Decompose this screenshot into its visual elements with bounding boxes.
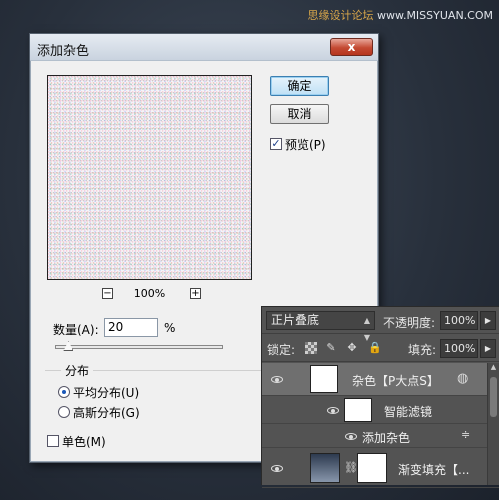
scroll-up-arrow-icon[interactable]: ▲ bbox=[488, 363, 499, 375]
ok-button[interactable]: 确定 bbox=[270, 76, 329, 96]
monochrome-checkbox-row[interactable]: 单色(M) bbox=[47, 434, 106, 449]
radio-uniform[interactable]: 平均分布(U) bbox=[58, 385, 140, 400]
layer-row[interactable]: 智能滤镜 bbox=[262, 396, 499, 424]
visibility-eye-icon[interactable] bbox=[266, 462, 288, 475]
plus-icon: + bbox=[191, 288, 200, 299]
blend-mode-value: 正片叠底 bbox=[271, 313, 320, 327]
distribution-legend: 分布 bbox=[61, 362, 94, 379]
layers-toolbar-top: 正片叠底 ▲ ▼ 不透明度: 100% ▶ bbox=[262, 307, 499, 342]
cancel-button[interactable]: 取消 bbox=[270, 104, 329, 124]
preview-checkbox-row[interactable]: ✓ 预览(P) bbox=[270, 137, 326, 152]
blend-mode-select[interactable]: 正片叠底 ▲ ▼ bbox=[266, 311, 375, 342]
lock-all-icon[interactable]: 🔒 bbox=[368, 342, 382, 354]
layer-name: 杂色【P大点S】 bbox=[352, 374, 439, 388]
radio-label: 高斯分布(G) bbox=[73, 405, 140, 420]
opacity-input[interactable]: 100% bbox=[440, 311, 478, 330]
layers-panel: 正片叠底 ▲ ▼ 不透明度: 100% ▶ 锁定: ✎ ✥ 🔒 填充: 100% … bbox=[261, 306, 499, 488]
dialog-title: 添加杂色 bbox=[37, 44, 90, 59]
layer-row[interactable]: ⛓ 渐变填充【... bbox=[262, 448, 499, 488]
watermark-url: www.MISSYUAN.COM bbox=[376, 9, 493, 22]
fill-label: 填充: bbox=[408, 343, 437, 357]
amount-unit: % bbox=[164, 321, 176, 335]
lock-label: 锁定: bbox=[267, 343, 296, 357]
amount-label: 数量(A): bbox=[53, 323, 99, 337]
layers-toolbar-lock: 锁定: ✎ ✥ 🔒 填充: 100% ▶ bbox=[262, 335, 499, 362]
radio-label: 平均分布(U) bbox=[73, 385, 140, 400]
layer-name: 智能滤镜 bbox=[384, 405, 433, 419]
layer-name: 渐变填充【... bbox=[398, 463, 470, 477]
zoom-row: − 100% + bbox=[47, 287, 252, 301]
dialog-titlebar[interactable]: 添加杂色 x bbox=[30, 34, 378, 61]
opacity-dropdown-arrow-icon[interactable]: ▶ bbox=[480, 311, 496, 330]
fill-dropdown-arrow-icon[interactable]: ▶ bbox=[480, 339, 496, 358]
layer-row[interactable]: 添加杂色 ≑ bbox=[262, 424, 499, 448]
layer-mask-thumbnail bbox=[357, 453, 387, 483]
visibility-eye-icon[interactable] bbox=[322, 404, 344, 417]
zoom-in-button[interactable]: + bbox=[190, 288, 201, 299]
preview-label: 预览(P) bbox=[285, 137, 326, 152]
watermark: 思缘设计论坛 www.MISSYUAN.COM bbox=[307, 7, 493, 23]
layer-name: 添加杂色 bbox=[362, 431, 411, 445]
fill-input[interactable]: 100% bbox=[440, 339, 478, 358]
filter-mask-thumbnail bbox=[344, 398, 372, 422]
layer-row[interactable]: 杂色【P大点S】 ◍ bbox=[262, 363, 499, 396]
amount-input[interactable]: 20 bbox=[104, 318, 158, 337]
visibility-eye-icon[interactable] bbox=[266, 373, 288, 386]
layer-thumbnail bbox=[310, 365, 338, 393]
checkmark-icon[interactable]: ✓ bbox=[270, 138, 282, 150]
lock-transparent-pixels-icon[interactable] bbox=[305, 342, 317, 354]
opacity-label: 不透明度: bbox=[383, 316, 436, 330]
monochrome-checkbox[interactable] bbox=[47, 435, 59, 447]
amount-slider-track[interactable] bbox=[55, 345, 223, 349]
noise-preview[interactable] bbox=[47, 75, 252, 280]
layer-list: 杂色【P大点S】 ◍ 智能滤镜 添加杂色 ≑ ⛓ 渐变填充【... bbox=[262, 363, 499, 488]
visibility-eye-icon[interactable] bbox=[340, 430, 362, 443]
lock-move-icon[interactable]: ✥ bbox=[346, 342, 358, 354]
radio-gaussian[interactable]: 高斯分布(G) bbox=[58, 405, 140, 420]
filter-blending-options-icon[interactable]: ≑ bbox=[461, 428, 470, 441]
gradient-fill-thumbnail bbox=[310, 453, 340, 483]
close-button[interactable]: x bbox=[330, 38, 373, 56]
layers-scrollbar[interactable]: ▲ bbox=[487, 363, 499, 485]
radio-button[interactable] bbox=[58, 386, 70, 398]
monochrome-label: 单色(M) bbox=[62, 434, 106, 449]
watermark-cn: 思缘设计论坛 bbox=[307, 9, 374, 22]
close-icon: x bbox=[347, 40, 356, 54]
chain-link-icon[interactable]: ⛓ bbox=[344, 461, 358, 474]
scroll-thumb[interactable] bbox=[490, 377, 497, 417]
zoom-value: 100% bbox=[133, 287, 166, 300]
radio-button[interactable] bbox=[58, 406, 70, 418]
smart-object-badge-icon: ◍ bbox=[457, 371, 469, 386]
lock-brush-icon[interactable]: ✎ bbox=[325, 342, 337, 354]
